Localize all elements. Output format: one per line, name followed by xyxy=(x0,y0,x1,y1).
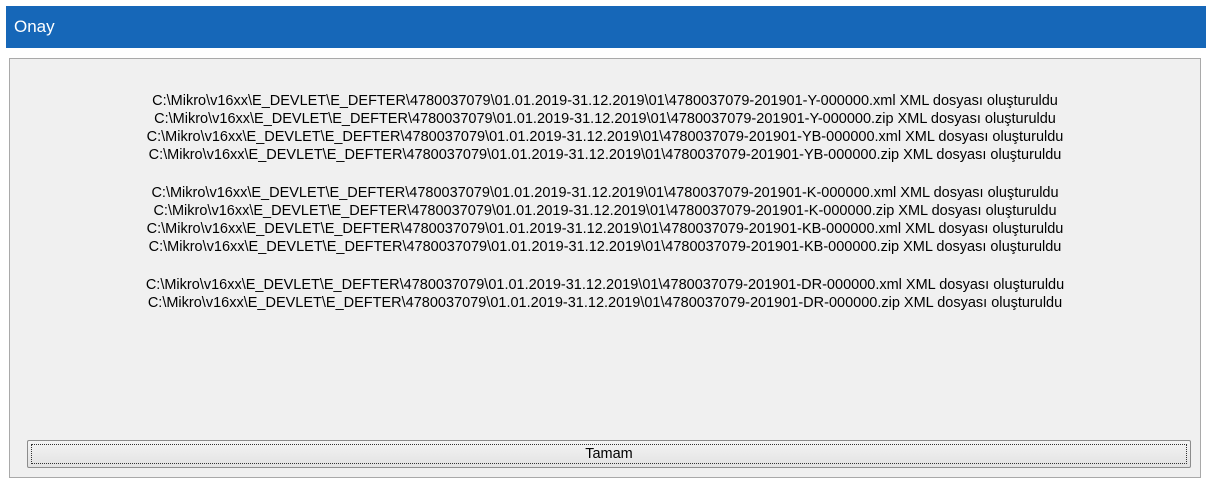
message-line: C:\Mikro\v16xx\E_DEVLET\E_DEFTER\4780037… xyxy=(152,93,1058,109)
ok-button-label: Tamam xyxy=(31,444,1187,464)
message-group-journal: C:\Mikro\v16xx\E_DEVLET\E_DEFTER\4780037… xyxy=(10,184,1200,256)
confirmation-dialog: Onay C:\Mikro\v16xx\E_DEVLET\E_DEFTER\47… xyxy=(0,0,1213,491)
message-line: C:\Mikro\v16xx\E_DEVLET\E_DEFTER\4780037… xyxy=(148,239,1062,255)
dialog-body: C:\Mikro\v16xx\E_DEVLET\E_DEFTER\4780037… xyxy=(6,48,1206,482)
message-group-report: C:\Mikro\v16xx\E_DEVLET\E_DEFTER\4780037… xyxy=(10,276,1200,312)
message-line: C:\Mikro\v16xx\E_DEVLET\E_DEFTER\4780037… xyxy=(145,277,1065,293)
message-line: C:\Mikro\v16xx\E_DEVLET\E_DEFTER\4780037… xyxy=(146,129,1064,145)
message-line: C:\Mikro\v16xx\E_DEVLET\E_DEFTER\4780037… xyxy=(154,111,1056,127)
message-line: C:\Mikro\v16xx\E_DEVLET\E_DEFTER\4780037… xyxy=(151,185,1059,201)
message-line: C:\Mikro\v16xx\E_DEVLET\E_DEFTER\4780037… xyxy=(147,295,1063,311)
message-line: C:\Mikro\v16xx\E_DEVLET\E_DEFTER\4780037… xyxy=(153,203,1057,219)
message-line: C:\Mikro\v16xx\E_DEVLET\E_DEFTER\4780037… xyxy=(148,147,1062,163)
message-panel: C:\Mikro\v16xx\E_DEVLET\E_DEFTER\4780037… xyxy=(9,58,1201,478)
message-line: C:\Mikro\v16xx\E_DEVLET\E_DEFTER\4780037… xyxy=(146,221,1064,237)
message-group-ledger: C:\Mikro\v16xx\E_DEVLET\E_DEFTER\4780037… xyxy=(10,92,1200,164)
ok-button[interactable]: Tamam xyxy=(27,440,1191,468)
dialog-title: Onay xyxy=(6,6,1206,48)
message-list: C:\Mikro\v16xx\E_DEVLET\E_DEFTER\4780037… xyxy=(10,92,1200,332)
